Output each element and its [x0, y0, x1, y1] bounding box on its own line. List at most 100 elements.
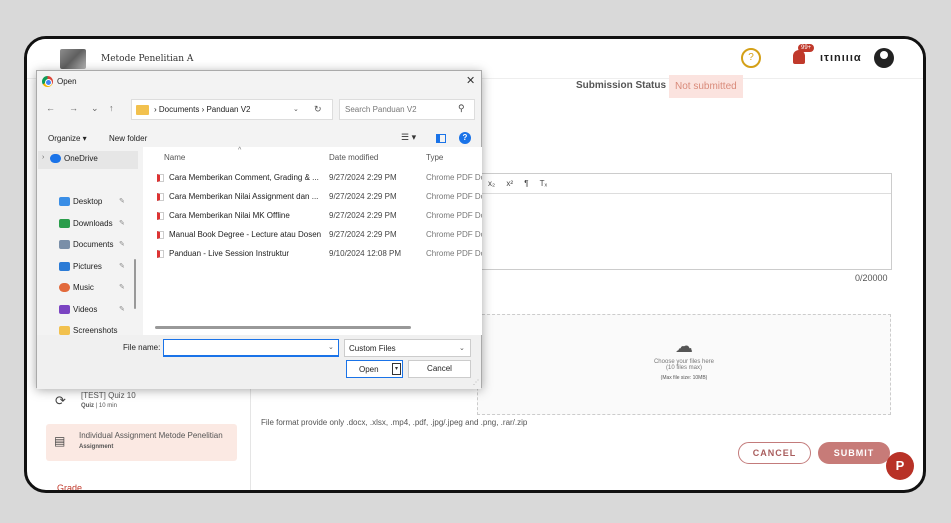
assignment-title: Individual Assignment Metode Penelitian: [79, 431, 223, 440]
pdf-file-icon: [157, 174, 164, 182]
file-list: Name ^ Date modified Type Cara Memberika…: [143, 147, 482, 335]
chevron-down-icon[interactable]: ⌄: [293, 105, 299, 113]
subscript-button[interactable]: x₂: [488, 179, 495, 188]
nav-scrollbar[interactable]: [134, 259, 136, 309]
dropzone-max-files: (10 files max): [665, 365, 702, 371]
editor-toolbar: x₂ x² ¶ Tₓ: [482, 174, 891, 194]
file-row[interactable]: Cara Memberikan Nilai MK Offline 9/27/20…: [143, 207, 482, 225]
dialog-title: Open: [57, 77, 77, 86]
char-count: 0/20000: [855, 273, 888, 283]
open-button[interactable]: Open ▾: [346, 360, 403, 378]
recent-chevron-icon[interactable]: ⌄: [91, 103, 99, 114]
column-header-name[interactable]: Name: [164, 153, 185, 162]
pin-icon: ✎: [119, 241, 125, 248]
forward-arrow-icon[interactable]: →: [69, 103, 78, 113]
file-row[interactable]: Panduan - Live Session Instruktur 9/10/2…: [143, 245, 482, 263]
superscript-button[interactable]: x²: [506, 179, 513, 188]
dialog-footer: File name: ⌄ Custom Files ⌄ Open ▾ Cance…: [37, 335, 481, 389]
username[interactable]: ιτιnιιια: [820, 52, 862, 64]
avatar-icon[interactable]: [874, 48, 894, 68]
documents-icon: [59, 240, 70, 249]
download-icon: [59, 219, 70, 228]
up-arrow-icon[interactable]: ↑: [109, 103, 114, 113]
quiz-meta: Quiz | 10 min: [81, 403, 117, 409]
dialog-navigation: ← → ⌄ ↑ › Documents › Panduan V2 ⌄ ↻ Sea…: [37, 97, 481, 121]
nav-item-desktop[interactable]: Desktop ✎: [47, 194, 139, 212]
preview-pane-icon[interactable]: [436, 134, 446, 143]
column-header-type[interactable]: Type: [426, 153, 443, 162]
cloud-upload-icon: ☁: [675, 336, 693, 356]
file-row[interactable]: Manual Book Degree - Lecture atau Dosen …: [143, 226, 482, 244]
notification-bell-icon[interactable]: [793, 50, 805, 64]
file-list-scrollbar[interactable]: [155, 326, 411, 329]
text-editor[interactable]: x₂ x² ¶ Tₓ: [481, 173, 892, 270]
nav-item-documents[interactable]: Documents ✎: [47, 237, 139, 255]
chevron-right-icon[interactable]: ›: [42, 154, 44, 161]
desktop-icon: [59, 197, 70, 206]
open-dropdown-icon[interactable]: ▾: [392, 363, 401, 375]
pin-icon: ✎: [119, 198, 125, 205]
dialog-titlebar: Open ✕: [37, 71, 481, 93]
column-header-date[interactable]: Date modified: [329, 153, 378, 162]
dialog-command-bar: Organize ▾ New folder ☰ ▾ ?: [37, 130, 481, 148]
pin-icon: ✎: [119, 306, 125, 313]
nav-item-pictures[interactable]: Pictures ✎: [47, 259, 139, 277]
nav-item-videos[interactable]: Videos ✎: [47, 302, 139, 320]
file-type-value: Custom Files: [349, 344, 396, 353]
back-arrow-icon[interactable]: ←: [46, 103, 55, 113]
course-title: Metode Penelitian A: [101, 54, 194, 64]
dialog-cancel-button[interactable]: Cancel: [408, 360, 471, 378]
chrome-icon: [42, 76, 53, 87]
quiz-title: [TEST] Quiz 10: [81, 391, 136, 400]
pin-icon: ✎: [119, 284, 125, 291]
file-row[interactable]: Cara Memberikan Nilai Assignment dan ...…: [143, 188, 482, 206]
nav-item-onedrive[interactable]: › OneDrive: [38, 151, 138, 169]
clear-format-button[interactable]: Tₓ: [540, 179, 548, 188]
sort-caret-icon: ^: [238, 147, 242, 154]
folder-icon: [59, 326, 70, 335]
open-file-dialog: Open ✕ ← → ⌄ ↑ › Documents › Panduan V2 …: [36, 70, 482, 389]
pdf-file-icon: [157, 250, 164, 258]
videos-icon: [59, 305, 70, 314]
file-name-label: File name:: [123, 343, 161, 352]
refresh-icon[interactable]: ↻: [314, 104, 322, 115]
lightbulb-icon[interactable]: ?: [741, 48, 761, 68]
pdf-file-icon: [157, 231, 164, 239]
music-icon: [59, 283, 70, 292]
submission-status-label: Submission Status: [576, 80, 667, 91]
chevron-down-icon[interactable]: ⌄: [328, 343, 334, 351]
quiz-icon: ⟳: [55, 393, 66, 408]
file-row[interactable]: Cara Memberikan Comment, Grading & ... 9…: [143, 169, 482, 187]
search-box[interactable]: Search Panduan V2 ⚲: [339, 99, 475, 120]
organize-button[interactable]: Organize ▾: [48, 134, 87, 143]
assignment-meta: Assignment: [79, 444, 114, 450]
file-dropzone[interactable]: ☁ Choose your files here (10 files max) …: [477, 314, 891, 415]
pdf-file-icon: [157, 212, 164, 220]
sidebar-item-assignment[interactable]: ▤ Individual Assignment Metode Penelitia…: [46, 424, 237, 461]
search-input[interactable]: Search Panduan V2: [345, 105, 417, 114]
cancel-button[interactable]: CANCEL: [738, 442, 811, 464]
pictures-icon: [59, 262, 70, 271]
navigation-pane: › OneDrive Desktop ✎ Downloads ✎ Documen…: [37, 151, 140, 337]
sidebar-item-grade[interactable]: Grade: [57, 483, 82, 490]
file-name-input[interactable]: [163, 339, 339, 357]
new-folder-button[interactable]: New folder: [109, 134, 147, 143]
close-icon[interactable]: ✕: [466, 74, 475, 87]
file-type-select[interactable]: Custom Files ⌄: [344, 339, 471, 357]
paragraph-direction-button[interactable]: ¶: [524, 179, 528, 188]
course-thumbnail: [60, 49, 86, 69]
help-chat-button[interactable]: P: [886, 452, 914, 480]
sidebar-item-quiz[interactable]: ⟳ [TEST] Quiz 10 Quiz | 10 min: [51, 387, 241, 423]
dropzone-max-size: (Max file size: 10MB): [660, 375, 708, 381]
view-options-icon[interactable]: ☰ ▾: [401, 132, 416, 143]
submit-button[interactable]: SUBMIT: [818, 442, 890, 464]
nav-item-downloads[interactable]: Downloads ✎: [47, 216, 139, 234]
nav-item-music[interactable]: Music ✎: [47, 280, 139, 298]
address-bar[interactable]: › Documents › Panduan V2 ⌄ ↻: [131, 99, 333, 120]
resize-grip-icon[interactable]: ⋰: [473, 379, 479, 386]
help-icon[interactable]: ?: [459, 132, 471, 144]
pin-icon: ✎: [119, 263, 125, 270]
clipboard-icon: ▤: [54, 434, 66, 448]
chevron-down-icon: ⌄: [459, 345, 465, 352]
pin-icon: ✎: [119, 220, 125, 227]
